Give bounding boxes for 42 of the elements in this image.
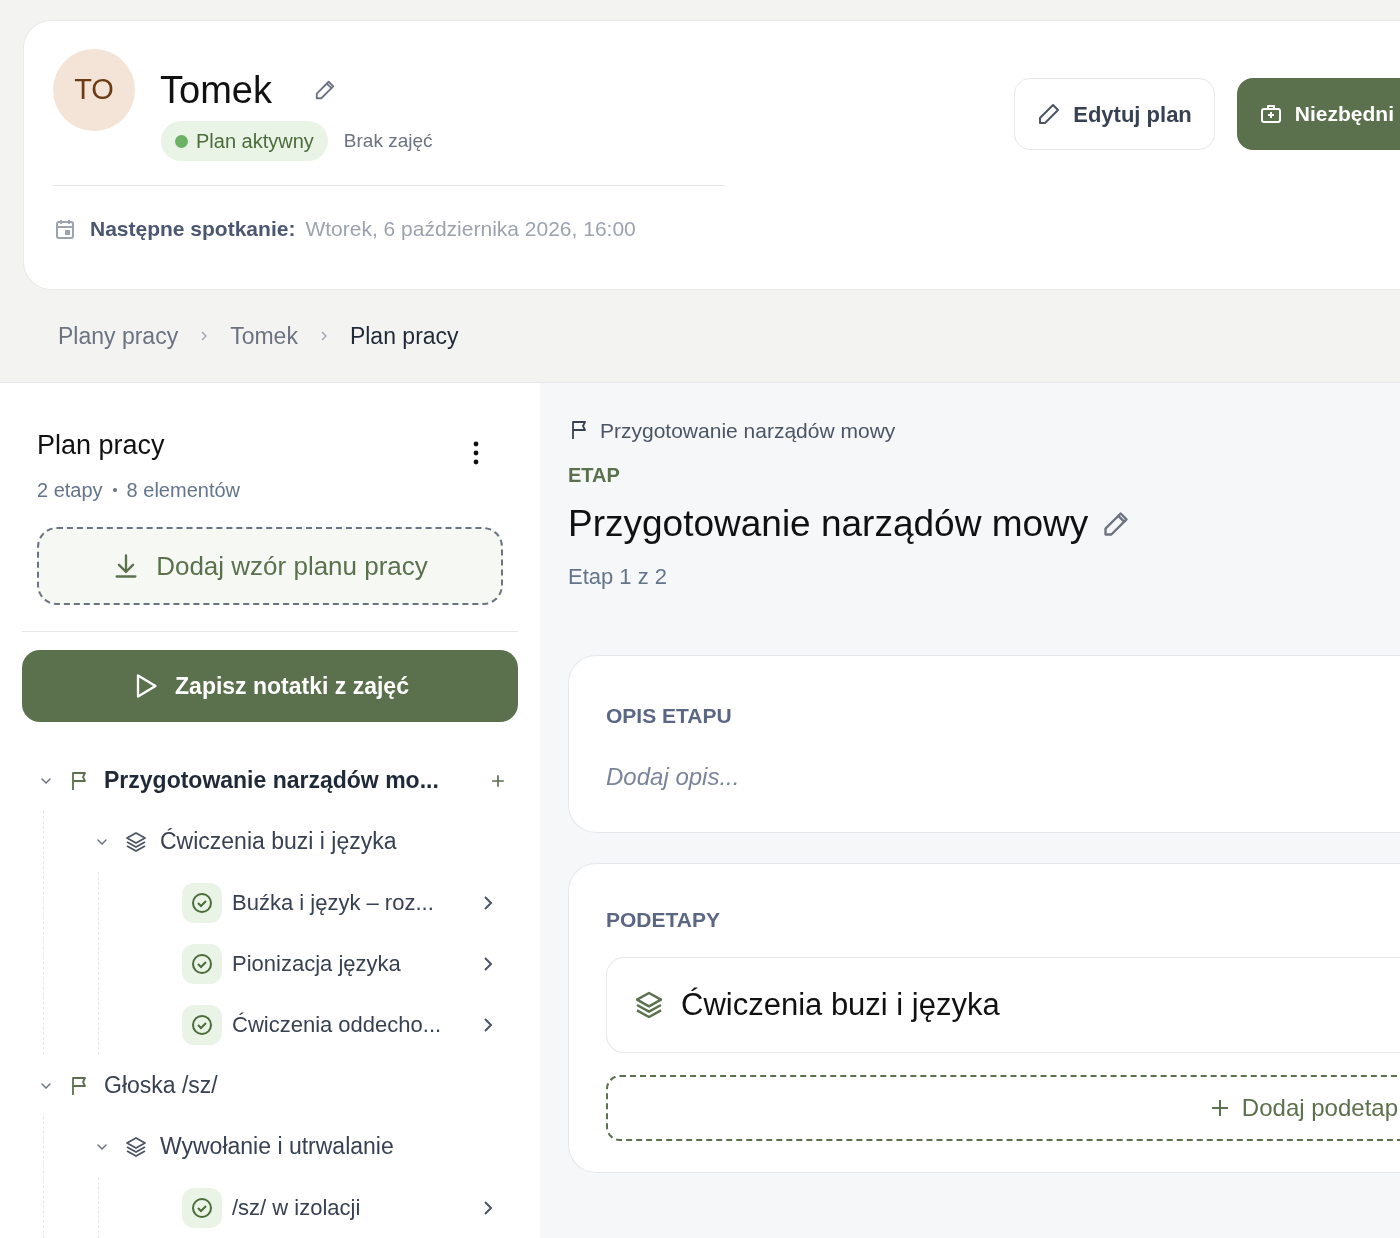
client-name: Tomek [160, 67, 272, 113]
breadcrumb-link[interactable]: Plany pracy [58, 318, 179, 354]
status-note: Brak zajęć [343, 128, 433, 153]
next-meeting-value: Wtorek, 6 października 2026, 16:00 [305, 216, 636, 242]
stage-item[interactable]: Przygotowanie narządów mo... [104, 763, 488, 798]
add-template-button[interactable]: Dodaj wzór planu pracy [37, 527, 503, 605]
save-notes-button[interactable]: Zapisz notatki z zajęć [22, 650, 518, 722]
layers-icon [633, 989, 665, 1021]
next-meeting-label: Następne spotkanie: [90, 216, 296, 242]
substage-card[interactable]: Ćwiczenia buzi i języka [606, 957, 1400, 1053]
stage-subtitle: Etap 1 z 2 [568, 562, 669, 591]
stage-title: Przygotowanie narządów mowy [568, 502, 1089, 546]
breadcrumb-link[interactable]: Tomek [230, 318, 298, 354]
kit-button[interactable]: Niezbędni [1236, 78, 1400, 150]
substage-item[interactable]: Wywołanie i utrwalanie [160, 1129, 394, 1164]
avatar: TO [53, 49, 135, 131]
more-options-icon[interactable] [472, 440, 480, 465]
edit-name-icon[interactable] [313, 79, 336, 101]
layers-icon [124, 1134, 148, 1159]
layers-icon [124, 829, 148, 854]
exercise-item[interactable]: Pionizacja języka [232, 947, 476, 980]
stage-eyebrow: ETAP [568, 463, 621, 488]
status-badge: Plan aktywny [161, 121, 328, 161]
breadcrumb-link[interactable]: Plan pracy [349, 318, 459, 354]
substage-item[interactable]: Ćwiczenia buzi i języka [160, 824, 397, 859]
add-substage-button[interactable]: Dodaj podetap [606, 1075, 1400, 1141]
exercise-item[interactable]: /sz/ w izolacji [232, 1191, 476, 1224]
substage-title: Ćwiczenia buzi i języka [681, 985, 1000, 1024]
edit-plan-button[interactable]: Edytuj plan [1014, 78, 1215, 150]
medical-kit-icon [1258, 102, 1283, 126]
items-count: 8 elementów [126, 478, 240, 503]
description-field[interactable]: Dodaj opis... [606, 759, 1206, 795]
stage-item[interactable]: Głoska /sz/ [104, 1068, 518, 1103]
sidebar-title: Plan pracy [37, 428, 166, 462]
stage-crumb: Przygotowanie narządów mowy [600, 417, 896, 444]
exercise-item[interactable]: Buźka i język – roz... [232, 886, 476, 919]
stages-count: 2 etapy [37, 478, 103, 503]
edit-title-icon[interactable] [1102, 509, 1131, 538]
pencil-icon [1037, 102, 1062, 126]
section-heading: PODETAPY [606, 906, 721, 933]
exercise-item[interactable]: Ćwiczenia oddecho... [232, 1008, 476, 1041]
section-heading: OPIS ETAPU [606, 702, 733, 729]
